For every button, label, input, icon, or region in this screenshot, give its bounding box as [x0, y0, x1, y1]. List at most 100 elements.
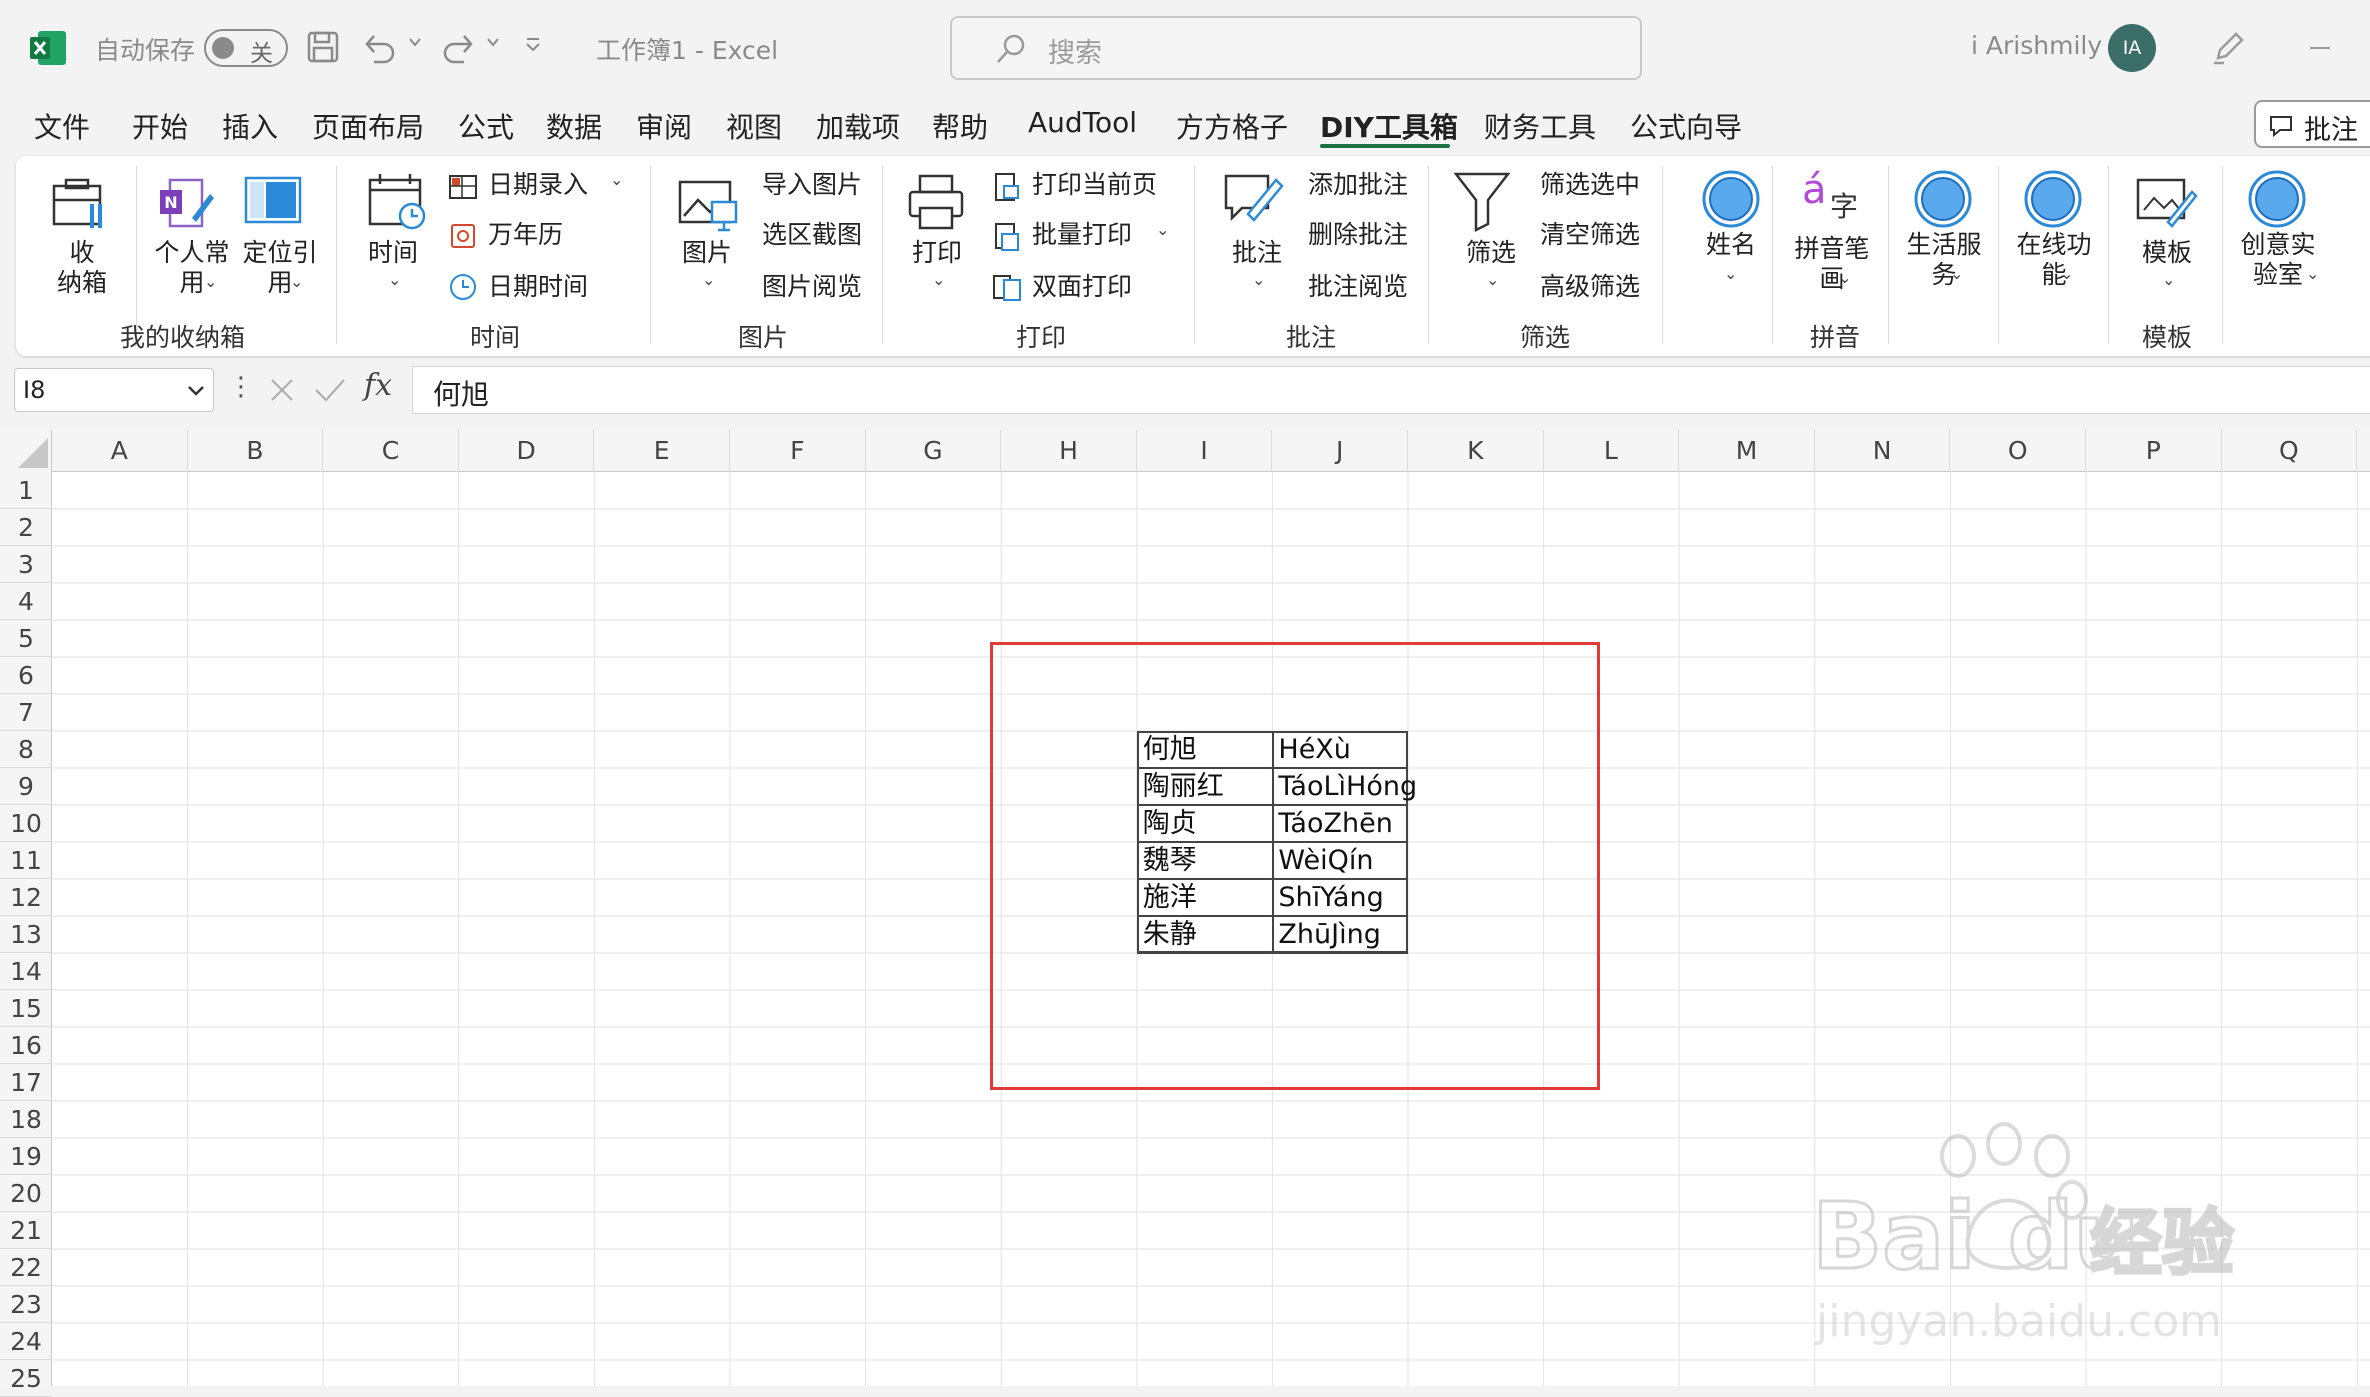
- row-header-7[interactable]: 7: [0, 694, 52, 731]
- column-header-E[interactable]: E: [594, 430, 730, 472]
- row-header-9[interactable]: 9: [0, 768, 52, 805]
- row-header-5[interactable]: 5: [0, 620, 52, 657]
- column-header-H[interactable]: H: [1001, 430, 1137, 472]
- formula-input[interactable]: 何旭: [412, 366, 2370, 414]
- time-button[interactable]: 时间: [368, 238, 418, 268]
- row-header-6[interactable]: 6: [0, 657, 52, 694]
- search-box[interactable]: 搜索: [950, 16, 1642, 80]
- column-header-M[interactable]: M: [1679, 430, 1815, 472]
- comment-button[interactable]: 批注: [1232, 238, 1282, 268]
- tab-fangfangezi[interactable]: 方方格子: [1176, 106, 1288, 146]
- column-header-I[interactable]: I: [1137, 430, 1273, 472]
- row-header-4[interactable]: 4: [0, 583, 52, 620]
- row-header-17[interactable]: 17: [0, 1064, 52, 1101]
- tab-formula-wizard[interactable]: 公式向导: [1630, 106, 1742, 146]
- pen-icon[interactable]: [2210, 30, 2246, 66]
- enter-check-icon[interactable]: [312, 374, 348, 406]
- chevron-down-icon[interactable]: [486, 36, 500, 48]
- personal-common-button[interactable]: 个人常 用: [152, 238, 232, 298]
- cell-name[interactable]: 魏琴: [1143, 842, 1197, 879]
- tab-view[interactable]: 视图: [726, 106, 782, 146]
- tab-page-layout[interactable]: 页面布局: [312, 106, 424, 146]
- more-options-icon[interactable]: ⋮: [228, 372, 254, 402]
- row-header-10[interactable]: 10: [0, 805, 52, 842]
- cell-pinyin[interactable]: TáoZhēn: [1278, 805, 1392, 842]
- locate-reference-button[interactable]: 定位引 用: [240, 238, 320, 298]
- column-header-F[interactable]: F: [730, 430, 866, 472]
- chevron-down-icon[interactable]: [408, 36, 422, 48]
- clear-filter-item[interactable]: 清空筛选: [1540, 220, 1640, 250]
- row-header-25[interactable]: 25: [0, 1360, 52, 1397]
- save-icon[interactable]: [306, 30, 340, 64]
- print-current-page-item[interactable]: 打印当前页: [1032, 170, 1157, 200]
- column-header-K[interactable]: K: [1408, 430, 1544, 472]
- picture-viewer-item[interactable]: 图片阅览: [762, 272, 862, 302]
- tab-file[interactable]: 文件: [34, 106, 90, 146]
- duplex-print-item[interactable]: 双面打印: [1032, 272, 1132, 302]
- redo-icon[interactable]: [440, 30, 476, 64]
- tab-audtool[interactable]: AudTool: [1028, 106, 1137, 139]
- row-header-23[interactable]: 23: [0, 1286, 52, 1323]
- tab-finance-tools[interactable]: 财务工具: [1484, 106, 1596, 146]
- column-header-B[interactable]: B: [188, 430, 324, 472]
- row-header-16[interactable]: 16: [0, 1027, 52, 1064]
- online-function-button[interactable]: 在线功 能: [2014, 230, 2094, 290]
- cell-pinyin[interactable]: ZhūJìng: [1278, 916, 1380, 953]
- tab-addins[interactable]: 加载项: [816, 106, 900, 146]
- tab-diy-toolbox[interactable]: DIY工具箱: [1320, 106, 1458, 146]
- tab-help[interactable]: 帮助: [932, 106, 988, 146]
- column-header-O[interactable]: O: [1950, 430, 2086, 472]
- column-header-L[interactable]: L: [1544, 430, 1680, 472]
- column-header-J[interactable]: J: [1272, 430, 1408, 472]
- undo-icon[interactable]: [362, 30, 398, 64]
- row-header-14[interactable]: 14: [0, 953, 52, 990]
- row-header-8[interactable]: 8: [0, 731, 52, 768]
- tab-data[interactable]: 数据: [546, 106, 602, 146]
- perpetual-calendar-item[interactable]: 万年历: [488, 220, 563, 250]
- column-header-C[interactable]: C: [323, 430, 459, 472]
- cell-pinyin[interactable]: ShīYáng: [1278, 879, 1383, 916]
- cell-pinyin[interactable]: TáoLìHóng: [1278, 768, 1417, 805]
- name-button[interactable]: 姓名: [1706, 230, 1756, 260]
- column-header-P[interactable]: P: [2086, 430, 2222, 472]
- row-header-24[interactable]: 24: [0, 1323, 52, 1360]
- template-button[interactable]: 模板: [2142, 238, 2192, 268]
- datetime-item[interactable]: 日期时间: [488, 272, 588, 302]
- customize-toolbar-icon[interactable]: [524, 36, 542, 54]
- date-entry-item[interactable]: 日期录入: [488, 170, 588, 200]
- autosave-toggle[interactable]: 关: [204, 29, 288, 67]
- tab-home[interactable]: 开始: [132, 106, 188, 146]
- comments-button[interactable]: 批注: [2254, 100, 2370, 148]
- minimize-icon[interactable]: [2310, 47, 2330, 49]
- row-header-3[interactable]: 3: [0, 546, 52, 583]
- row-header-12[interactable]: 12: [0, 879, 52, 916]
- row-header-13[interactable]: 13: [0, 916, 52, 953]
- picture-button[interactable]: 图片: [682, 238, 732, 268]
- user-name[interactable]: i Arishmily: [1971, 31, 2102, 60]
- row-header-15[interactable]: 15: [0, 990, 52, 1027]
- storage-box-button[interactable]: 收 纳箱: [54, 238, 110, 298]
- life-service-button[interactable]: 生活服 务: [1904, 230, 1984, 290]
- cell-name[interactable]: 陶丽红: [1143, 768, 1224, 805]
- cell-name[interactable]: 陶贞: [1143, 805, 1197, 842]
- cancel-icon[interactable]: [266, 374, 298, 406]
- delete-comment-item[interactable]: 删除批注: [1308, 220, 1408, 250]
- insert-function-icon[interactable]: fx: [364, 368, 392, 403]
- select-all-corner[interactable]: [0, 430, 52, 472]
- avatar[interactable]: IA: [2108, 24, 2156, 72]
- cell-name[interactable]: 施洋: [1143, 879, 1197, 916]
- row-header-11[interactable]: 11: [0, 842, 52, 879]
- pinyin-stroke-button[interactable]: 拼音笔 画: [1792, 234, 1872, 294]
- row-header-19[interactable]: 19: [0, 1138, 52, 1175]
- cell-pinyin[interactable]: WèiQín: [1278, 842, 1373, 879]
- filter-button[interactable]: 筛选: [1466, 238, 1516, 268]
- row-header-22[interactable]: 22: [0, 1249, 52, 1286]
- add-comment-item[interactable]: 添加批注: [1308, 170, 1408, 200]
- row-header-21[interactable]: 21: [0, 1212, 52, 1249]
- row-header-18[interactable]: 18: [0, 1101, 52, 1138]
- cell-pinyin[interactable]: HéXù: [1278, 731, 1351, 768]
- tab-formulas[interactable]: 公式: [458, 106, 514, 146]
- cell-name[interactable]: 朱静: [1143, 916, 1197, 953]
- selection-screenshot-item[interactable]: 选区截图: [762, 220, 862, 250]
- row-header-2[interactable]: 2: [0, 509, 52, 546]
